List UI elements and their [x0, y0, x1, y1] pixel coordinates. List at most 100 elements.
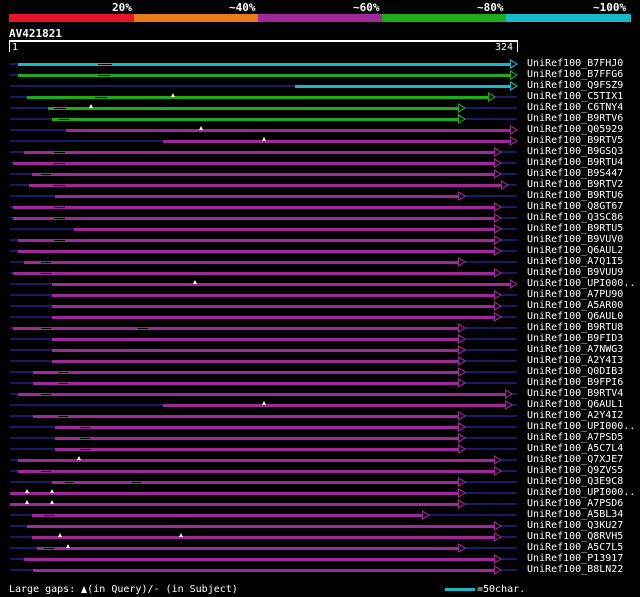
hit-bar[interactable] [52, 349, 460, 352]
hit-label[interactable]: UniRef100_B7FHJ0 [527, 58, 623, 69]
hit-label[interactable]: UniRef100_A7Q1I5 [527, 256, 623, 267]
hit-bar[interactable] [33, 371, 460, 374]
hit-bar[interactable] [24, 151, 496, 154]
hit-bar[interactable] [294, 85, 511, 88]
hit-label[interactable]: UniRef100_B9RTU6 [527, 190, 623, 201]
hit-bar[interactable] [66, 129, 511, 132]
hit-bar[interactable] [52, 338, 460, 341]
hit-label[interactable]: UniRef100_Q0DIB3 [527, 366, 623, 377]
hit-label[interactable]: UniRef100_A5C7L5 [527, 542, 623, 553]
hit-label[interactable]: UniRef100_B9S447 [527, 168, 623, 179]
hit-label[interactable]: UniRef100_B9FPI6 [527, 377, 623, 388]
hit-label[interactable]: UniRef100_Q9FSZ9 [527, 80, 623, 91]
hit-bar[interactable] [55, 437, 460, 440]
hit-bar[interactable] [24, 261, 460, 264]
hit-bar[interactable] [55, 448, 460, 451]
hit-label[interactable]: UniRef100_B9RTV4 [527, 388, 623, 399]
hit-label[interactable]: UniRef100_Q3E9C8 [527, 476, 623, 487]
hit-label[interactable]: UniRef100_A5BL34 [527, 509, 623, 520]
hit-end-arrow-icon [510, 81, 518, 91]
hit-label[interactable]: UniRef100_A5AR00 [527, 300, 623, 311]
hit-label[interactable]: UniRef100_C6TNY4 [527, 102, 623, 113]
hit-bar[interactable] [52, 294, 496, 297]
hit-bar[interactable] [17, 63, 511, 66]
hit-bar[interactable] [163, 140, 511, 143]
hit-bar[interactable] [17, 393, 507, 396]
hit-bar[interactable] [17, 74, 511, 77]
hit-label[interactable]: UniRef100_A7PSD5 [527, 432, 623, 443]
hit-bar[interactable] [17, 459, 496, 462]
hit-label[interactable]: UniRef100_A2Y4I3 [527, 355, 623, 366]
hit-bar[interactable] [33, 415, 460, 418]
hit-end-arrow-icon [458, 191, 467, 201]
hit-label[interactable]: UniRef100_B9VUV0 [527, 234, 623, 245]
hit-label[interactable]: UniRef100_B9GSQ3 [527, 146, 623, 157]
hit-bar[interactable] [33, 382, 460, 385]
hit-bar[interactable] [17, 239, 496, 242]
hit-label[interactable]: UniRef100_B9VUU9 [527, 267, 623, 278]
hit-bar[interactable] [31, 173, 496, 176]
ruler-end-tick [517, 41, 518, 52]
hit-bar[interactable] [24, 558, 496, 561]
hit-bar[interactable] [31, 536, 496, 539]
hit-end-arrow-icon [494, 235, 503, 245]
hit-label[interactable]: UniRef100_Q3KU27 [527, 520, 623, 531]
hit-label[interactable]: UniRef100_B9FID3 [527, 333, 623, 344]
hit-label[interactable]: UniRef100_Q6AUL0 [527, 311, 623, 322]
hit-bar[interactable] [10, 492, 460, 495]
hit-label[interactable]: UniRef100_B8LN22 [527, 564, 623, 575]
hit-label[interactable]: UniRef100_C5TIX1 [527, 91, 623, 102]
hit-label[interactable]: UniRef100_Q6AUL2 [527, 245, 623, 256]
hit-label[interactable]: UniRef100_UPI000.. [527, 487, 635, 498]
hit-label[interactable]: UniRef100_B9RTV6 [527, 113, 623, 124]
hit-label[interactable]: UniRef100_Q7XJE7 [527, 454, 623, 465]
hit-label[interactable]: UniRef100_B7FFG6 [527, 69, 623, 80]
hit-end-arrow-icon [422, 510, 431, 520]
subject-gap [41, 262, 51, 263]
hit-bar[interactable] [13, 327, 460, 330]
hit-bar[interactable] [28, 184, 502, 187]
hit-bar[interactable] [10, 503, 460, 506]
hit-bar[interactable] [55, 195, 460, 198]
hit-bar[interactable] [55, 426, 460, 429]
hit-label[interactable]: UniRef100_A2Y4I2 [527, 410, 623, 421]
hit-label[interactable]: UniRef100_A7PSD6 [527, 498, 623, 509]
hit-bar[interactable] [52, 118, 460, 121]
hit-bar[interactable] [17, 250, 496, 253]
hit-label[interactable]: UniRef100_Q8GT67 [527, 201, 623, 212]
hit-label[interactable]: UniRef100_Q3SC86 [527, 212, 623, 223]
hit-bar[interactable] [17, 470, 496, 473]
hit-bar[interactable] [13, 272, 496, 275]
hit-label[interactable]: UniRef100_UPI000.. [527, 421, 635, 432]
hit-label[interactable]: UniRef100_UPI000.. [527, 278, 635, 289]
subject-gap [58, 416, 68, 417]
hit-label[interactable]: UniRef100_Q6AUL1 [527, 399, 623, 410]
hit-label[interactable]: UniRef100_B9RTU4 [527, 157, 623, 168]
hit-label[interactable]: UniRef100_B9RTV5 [527, 135, 623, 146]
hit-label[interactable]: UniRef100_B9RTV2 [527, 179, 623, 190]
hit-label[interactable]: UniRef100_Q8RVH5 [527, 531, 623, 542]
hit-bar[interactable] [36, 547, 460, 550]
hit-label[interactable]: UniRef100_A7PU90 [527, 289, 623, 300]
hit-bar[interactable] [31, 514, 424, 517]
hit-bar[interactable] [163, 404, 507, 407]
hit-bar[interactable] [13, 206, 496, 209]
hit-label[interactable]: UniRef100_A5C7L4 [527, 443, 623, 454]
hit-bar[interactable] [52, 316, 496, 319]
hit-bar[interactable] [33, 569, 496, 572]
hit-label[interactable]: UniRef100_B9RTU8 [527, 322, 623, 333]
hit-bar[interactable] [13, 217, 496, 220]
hit-bar[interactable] [52, 481, 460, 484]
hit-bar[interactable] [52, 283, 511, 286]
hit-label[interactable]: UniRef100_B9RTU5 [527, 223, 623, 234]
hit-bar[interactable] [27, 525, 496, 528]
hit-bar[interactable] [47, 107, 460, 110]
hit-label[interactable]: UniRef100_A7NWG3 [527, 344, 623, 355]
hit-bar[interactable] [52, 360, 460, 363]
hit-bar[interactable] [52, 305, 496, 308]
hit-bar[interactable] [13, 162, 496, 165]
hit-bar[interactable] [74, 228, 496, 231]
hit-label[interactable]: UniRef100_Q05929 [527, 124, 623, 135]
hit-label[interactable]: UniRef100_Q9ZVS5 [527, 465, 623, 476]
hit-label[interactable]: UniRef100_P13917 [527, 553, 623, 564]
